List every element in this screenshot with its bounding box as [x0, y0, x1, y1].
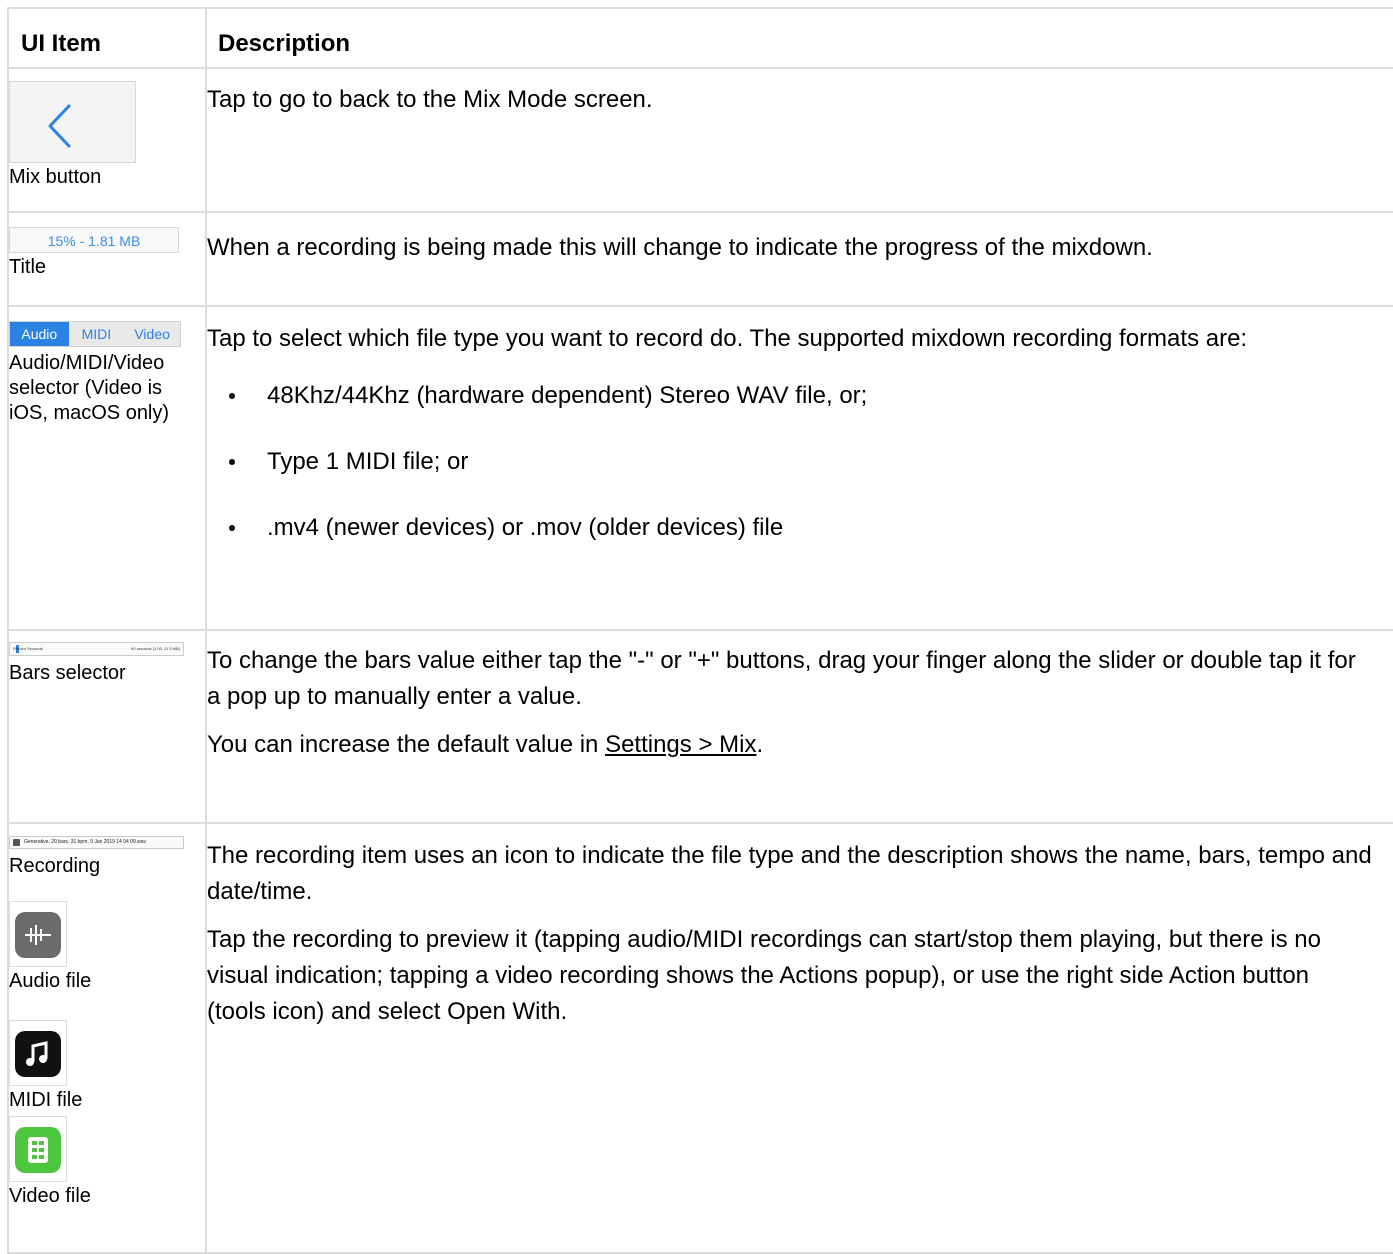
header-ui-item: UI Item [7, 7, 207, 69]
settings-mix-link[interactable]: Settings > Mix [605, 731, 756, 758]
audio-file-label: Audio file [9, 970, 92, 992]
audio-file-icon [15, 912, 61, 958]
description-cell: When a recording is being made this will… [205, 211, 1393, 307]
ui-items-table: UI Item Description Mix button Tap to go… [7, 7, 1393, 1254]
title-preview: 15% - 1.81 MB [9, 227, 179, 253]
formats-list: 48Khz/44Khz (hardware dependent) Stereo … [207, 378, 1393, 576]
bars-label: Bars selector [9, 662, 126, 684]
video-file-icon [15, 1127, 61, 1173]
recording-preview: Generative, 20 bars, 31 bpm, 9 Jan 2019 … [9, 836, 184, 849]
audio-midi-video-selector-preview: Audio MIDI Video [9, 321, 181, 347]
recording-label: Recording [9, 855, 101, 877]
bars-preview-left: Record Seconds [13, 646, 43, 651]
table-header-row: UI Item Description [7, 7, 1393, 69]
seg-option-audio: Audio [10, 322, 69, 346]
description-cell: Tap to select which file type you want t… [205, 305, 1393, 631]
seg-option-video: Video [134, 326, 170, 342]
bars-preview-right: 60 seconds (1:00, 11.5 MB) [131, 646, 180, 651]
seg-option-midi: MIDI [81, 326, 112, 342]
title-description: When a recording is being made this will… [207, 234, 1153, 261]
selector-description: Tap to select which file type you want t… [207, 325, 1248, 352]
list-item: 48Khz/44Khz (hardware dependent) Stereo … [229, 378, 1393, 444]
video-file-icon-frame [9, 1116, 67, 1182]
recording-preview-text: Generative, 20 bars, 31 bpm, 9 Jan 2019 … [24, 839, 147, 845]
description-cell: To change the bars value either tap the … [205, 629, 1393, 824]
header-description: Description [205, 7, 1393, 69]
mix-description: Tap to go to back to the Mix Mode screen… [207, 86, 653, 113]
settings-note-text: You can increase the default value in [207, 731, 606, 758]
title-label: Title [9, 256, 47, 278]
chevron-left-icon [48, 104, 71, 148]
table-row-mix: Mix button Tap to go to back to the Mix … [7, 67, 1393, 213]
table-row-bars: Record Seconds 60 seconds (1:00, 11.5 MB… [7, 629, 1393, 824]
midi-file-icon [15, 1031, 61, 1077]
mix-button-label: Mix button [9, 166, 102, 188]
midi-file-label: MIDI file [9, 1089, 83, 1111]
audio-file-icon-frame [9, 901, 67, 967]
recording-preview-description: Tap the recording to preview it (tapping… [207, 926, 1321, 1025]
description-cell: The recording item uses an icon to indic… [205, 822, 1393, 1254]
midi-file-icon-frame [9, 1020, 67, 1086]
bars-selector-preview: Record Seconds 60 seconds (1:00, 11.5 MB… [9, 642, 184, 656]
list-item: Type 1 MIDI file; or [229, 444, 1393, 510]
table-row-selector: Audio MIDI Video Audio/MIDI/Video select… [7, 305, 1393, 631]
settings-note-end: . [756, 731, 764, 758]
file-type-icon [13, 839, 20, 846]
ui-item-cell: Mix button [7, 67, 207, 213]
ui-item-cell: Generative, 20 bars, 31 bpm, 9 Jan 2019 … [7, 822, 207, 1254]
table-row-title: 15% - 1.81 MB Title When a recording is … [7, 211, 1393, 307]
bars-settings-note: You can increase the default value in Se… [207, 727, 1393, 763]
mix-button-preview [9, 81, 136, 163]
description-cell: Tap to go to back to the Mix Mode screen… [205, 67, 1393, 213]
table-row-recording: Generative, 20 bars, 31 bpm, 9 Jan 2019 … [7, 822, 1393, 1254]
recording-description: The recording item uses an icon to indic… [207, 842, 1372, 905]
ui-item-cell: 15% - 1.81 MB Title [7, 211, 207, 307]
video-file-label: Video file [9, 1185, 91, 1207]
selector-label: Audio/MIDI/Video selector (Video is iOS,… [9, 352, 170, 424]
ui-item-cell: Audio MIDI Video Audio/MIDI/Video select… [7, 305, 207, 631]
ui-item-cell: Record Seconds 60 seconds (1:00, 11.5 MB… [7, 629, 207, 824]
list-item: .mv4 (newer devices) or .mov (older devi… [229, 510, 1393, 576]
bars-description: To change the bars value either tap the … [207, 647, 1356, 710]
